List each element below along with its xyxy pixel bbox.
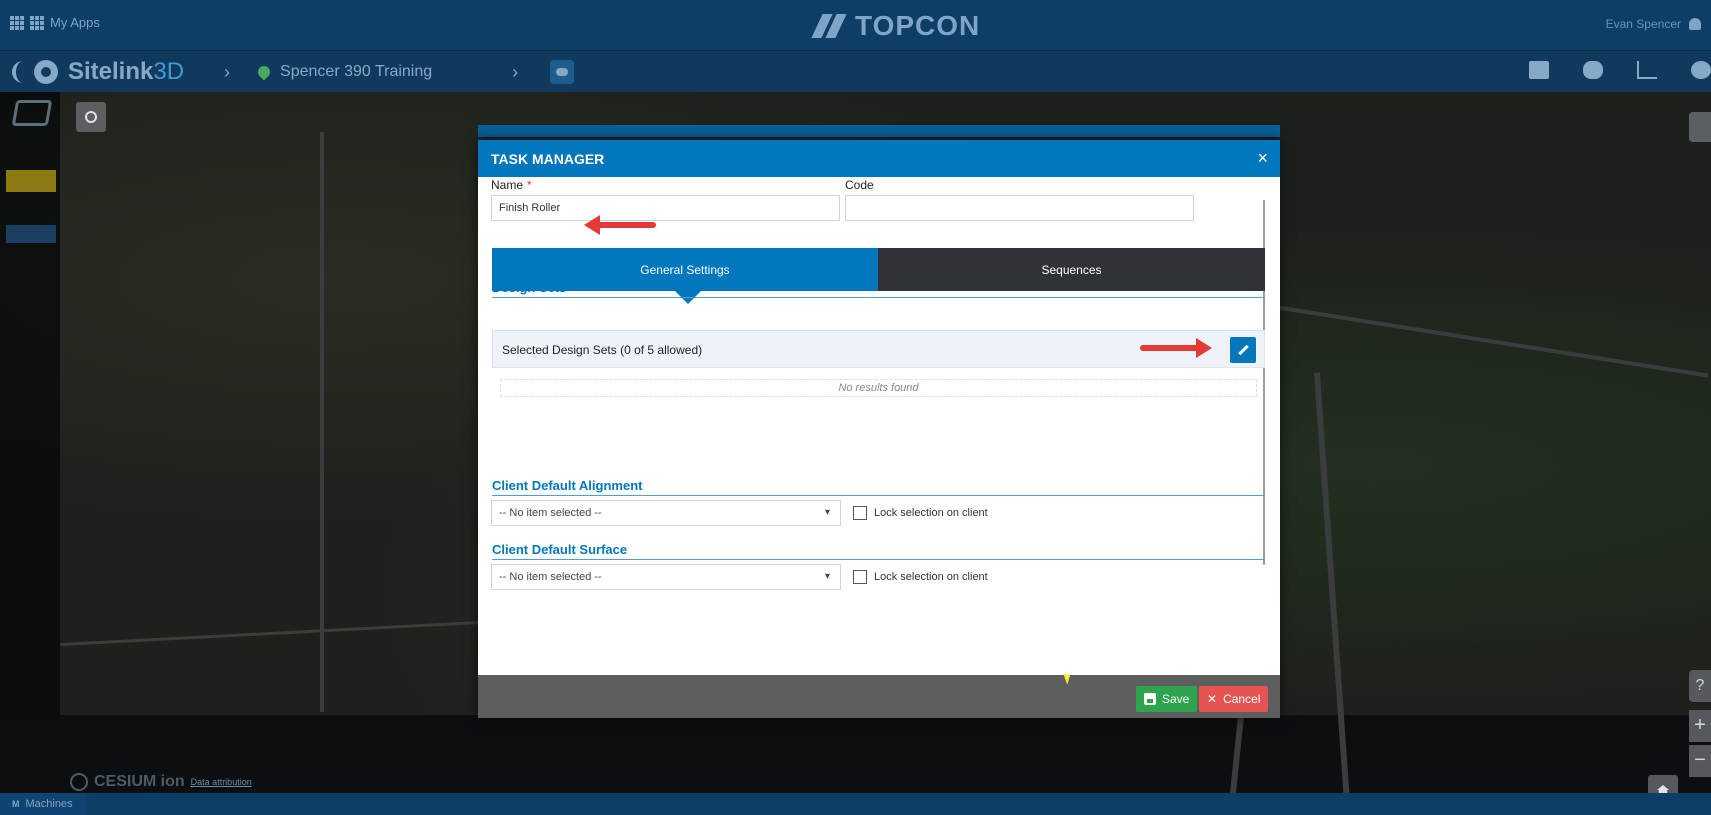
surface-select[interactable]: -- No item selected -- ▾ <box>491 564 841 590</box>
annotation-arrow-edit <box>1140 338 1212 358</box>
folder-icon[interactable] <box>1529 61 1549 79</box>
section-divider <box>492 297 1265 298</box>
save-button[interactable]: Save <box>1136 686 1198 712</box>
project-name[interactable]: Spencer 390 Training <box>280 63 432 81</box>
name-input[interactable] <box>491 195 840 221</box>
design-sets-empty-state: No results found <box>500 379 1257 397</box>
user-name: Evan Spencer <box>1605 17 1681 31</box>
selected-design-sets-label: Selected Design Sets (0 of 5 allowed) <box>502 343 703 357</box>
cloud-upload-button[interactable] <box>550 60 575 84</box>
required-indicator: * <box>527 178 532 192</box>
machine-thumbnail[interactable] <box>6 225 56 243</box>
arrow-head-icon <box>584 215 600 235</box>
my-apps-label: My Apps <box>50 15 100 30</box>
sitelink-logo-icon <box>34 60 58 84</box>
database-icon[interactable] <box>1583 61 1603 79</box>
layers-icon[interactable] <box>11 100 53 126</box>
client-default-alignment-title: Client Default Alignment <box>492 478 643 493</box>
navigation-bar: Sitelink3D › Spencer 390 Training › <box>0 50 1711 92</box>
machines-icon: M <box>12 799 20 809</box>
chevron-right-icon: › <box>224 61 231 82</box>
chevron-right-icon: › <box>512 61 519 82</box>
edit-design-sets-button[interactable] <box>1230 337 1256 363</box>
cesium-logo-icon <box>70 773 88 791</box>
user-icon <box>1689 18 1701 30</box>
machine-thumbnail[interactable] <box>6 170 56 192</box>
zoom-out-button[interactable]: − <box>1689 745 1711 777</box>
modal-footer: Save ✕ Cancel <box>478 675 1280 718</box>
help-icon[interactable]: ? <box>1689 670 1711 702</box>
arrow-head-icon <box>1196 338 1212 358</box>
surface-select-value: -- No item selected -- <box>499 571 602 583</box>
lock-alignment-label: Lock selection on client <box>874 507 988 519</box>
section-divider <box>492 559 1265 560</box>
close-icon: ✕ <box>1207 692 1218 706</box>
cesium-attribution: CESIUM ion Data attribution <box>70 773 252 791</box>
sitelink3d-app: My Apps TOPCON Evan Spencer Sitelink3D ›… <box>0 0 1711 815</box>
save-button-label: Save <box>1162 692 1190 706</box>
zoom-in-button[interactable]: + <box>1689 710 1711 742</box>
user-menu[interactable]: Evan Spencer <box>1606 17 1701 31</box>
section-divider <box>492 495 1265 496</box>
alignment-select[interactable]: -- No item selected -- ▾ <box>491 500 841 526</box>
lock-surface-checkbox[interactable] <box>853 570 867 584</box>
modal-title: TASK MANAGER <box>491 151 605 167</box>
top-app-bar: My Apps TOPCON Evan Spencer <box>0 0 1711 50</box>
lock-alignment-checkbox[interactable] <box>853 506 867 520</box>
apps-grid-icon <box>10 15 24 30</box>
chevron-down-icon: ▾ <box>824 507 830 518</box>
globe-icon[interactable] <box>1689 112 1711 142</box>
design-sets-title: Design Sets <box>492 280 567 295</box>
map-search-button[interactable] <box>76 102 106 132</box>
code-input[interactable] <box>845 195 1194 221</box>
nav-actions <box>1529 61 1711 79</box>
map-road <box>60 621 480 646</box>
my-apps-button[interactable]: My Apps <box>10 15 100 30</box>
cloud-icon <box>556 68 569 76</box>
client-default-surface-title: Client Default Surface <box>492 542 628 557</box>
search-icon <box>85 111 97 123</box>
alignment-select-value: -- No item selected -- <box>499 507 602 519</box>
topcon-wordmark: TOPCON <box>855 10 981 41</box>
name-label: Name * <box>491 178 532 192</box>
chart-icon[interactable] <box>1637 61 1657 79</box>
cesium-logo-text: CESIUM ion <box>94 773 185 790</box>
breadcrumb: Sitelink3D › Spencer 390 Training › <box>12 58 575 86</box>
floppy-disk-icon <box>1144 693 1156 705</box>
map-road <box>320 132 324 712</box>
location-pin-icon <box>255 63 273 81</box>
sitelink-brand: Sitelink3D <box>68 58 185 85</box>
topcon-mark-icon <box>811 14 849 38</box>
back-icon[interactable] <box>12 61 24 83</box>
modal-backdrop-header <box>478 125 1280 137</box>
topcon-logo: TOPCON <box>811 10 981 42</box>
data-attribution-link[interactable]: Data attribution <box>191 777 252 787</box>
settings-tabs: General Settings Sequences <box>492 248 1265 304</box>
cancel-button-label: Cancel <box>1223 692 1261 706</box>
machines-tab[interactable]: M Machines <box>0 793 85 815</box>
apps-grid-icon-secondary <box>30 15 44 30</box>
settings-icon[interactable] <box>1691 61 1711 79</box>
code-label: Code <box>845 178 874 192</box>
tab-sequences[interactable]: Sequences <box>878 248 1265 291</box>
chevron-down-icon: ▾ <box>824 571 830 582</box>
annotation-arrow-name <box>584 215 656 235</box>
close-icon[interactable]: × <box>1257 148 1268 169</box>
lock-surface-label: Lock selection on client <box>874 571 988 583</box>
machines-tab-label: Machines <box>25 798 73 810</box>
map-road <box>1313 372 1353 815</box>
pencil-icon <box>1237 344 1249 356</box>
cancel-button[interactable]: ✕ Cancel <box>1199 686 1269 712</box>
modal-header: TASK MANAGER × <box>478 140 1280 177</box>
bottom-bar: M Machines <box>0 793 1711 815</box>
